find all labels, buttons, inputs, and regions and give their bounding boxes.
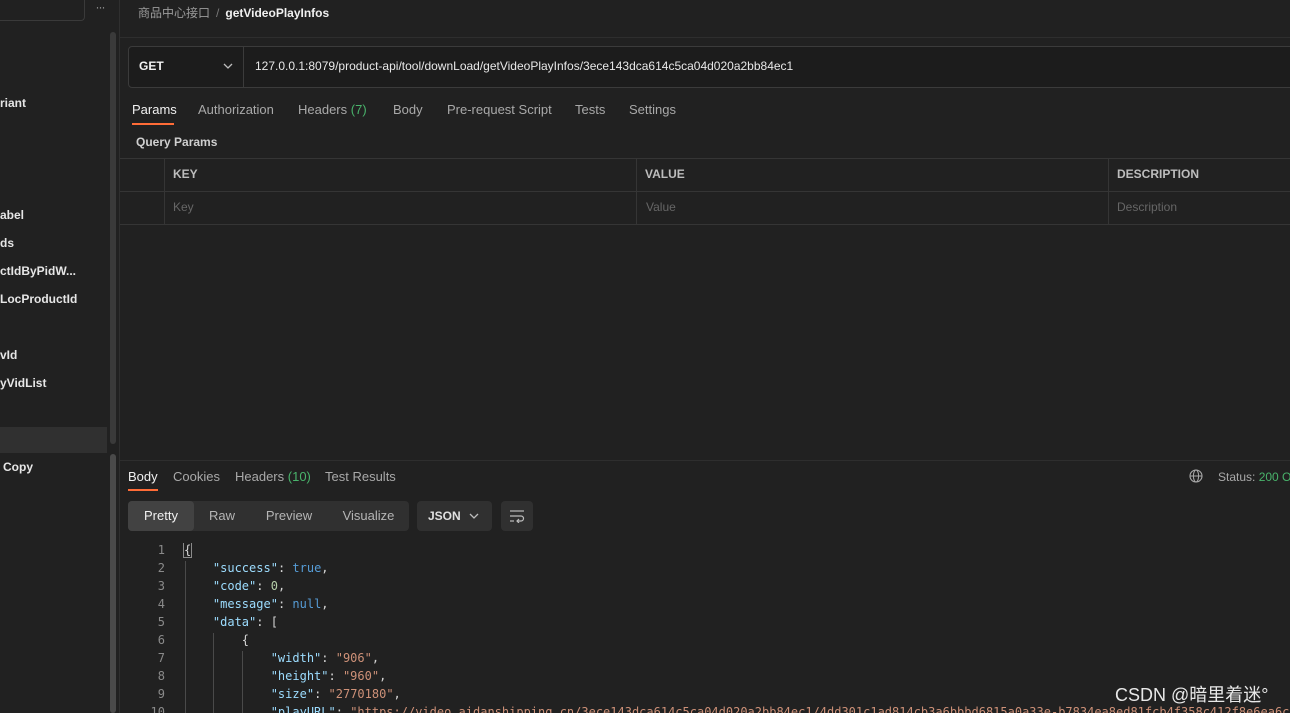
- line-number: 2: [157, 561, 165, 575]
- code-line: "height": "960",: [270, 669, 387, 683]
- table-border: [120, 158, 1290, 159]
- more-options-icon[interactable]: ···: [92, 0, 108, 18]
- code-line: "code": 0,: [212, 579, 286, 593]
- value-input[interactable]: Value: [646, 200, 676, 214]
- globe-icon[interactable]: [1189, 469, 1203, 483]
- response-tab-body[interactable]: Body: [128, 468, 158, 486]
- code-line: "success": true,: [212, 561, 329, 575]
- status-code[interactable]: 200 O: [1259, 470, 1290, 484]
- code-line: "message": null,: [212, 597, 329, 611]
- method-label: GET: [139, 59, 164, 73]
- format-select[interactable]: JSON: [417, 501, 492, 531]
- line-number: 7: [157, 651, 165, 665]
- tab-headers[interactable]: Headers (7): [298, 101, 367, 119]
- sidebar-item[interactable]: ctIdByPidW...: [0, 261, 76, 281]
- active-response-tab-indicator: [128, 489, 158, 491]
- code-line: "size": "2770180",: [270, 687, 401, 701]
- sidebar-item[interactable]: riant: [0, 93, 26, 113]
- view-tab-visualize[interactable]: Visualize: [328, 501, 409, 531]
- response-divider[interactable]: [120, 460, 1290, 461]
- table-border: [636, 158, 637, 225]
- wrap-lines-button[interactable]: [501, 501, 533, 531]
- table-border: [164, 158, 165, 225]
- request-bar: GET 127.0.0.1:8079/product-api/tool/down…: [128, 46, 1290, 88]
- chevron-down-icon: [469, 513, 479, 519]
- breadcrumb-separator: /: [216, 6, 220, 20]
- response-tab-headers[interactable]: Headers (10): [235, 468, 311, 486]
- response-status: Status: 200 O: [1189, 468, 1290, 486]
- query-params-table: KEY VALUE DESCRIPTION Key Value Descript…: [120, 158, 1290, 225]
- url-input[interactable]: 127.0.0.1:8079/product-api/tool/downLoad…: [255, 59, 793, 73]
- code-line: "data": [: [212, 615, 278, 629]
- tab-settings[interactable]: Settings: [629, 101, 676, 119]
- sidebar-item[interactable]: vId: [0, 345, 17, 365]
- sidebar-item[interactable]: abel: [0, 205, 24, 225]
- watermark: CSDN @暗里着迷°: [1115, 685, 1269, 705]
- table-border: [1108, 158, 1109, 225]
- table-border: [120, 224, 1290, 225]
- chevron-down-icon: [223, 63, 233, 69]
- column-header-description: DESCRIPTION: [1117, 167, 1200, 181]
- wrap-lines-icon: [510, 510, 525, 523]
- tab-body[interactable]: Body: [393, 101, 423, 119]
- method-select[interactable]: GET: [129, 47, 244, 87]
- tab-authorization[interactable]: Authorization: [198, 101, 274, 119]
- view-tab-preview[interactable]: Preview: [250, 501, 328, 531]
- header-divider: [120, 37, 1290, 38]
- status-label: Status:: [1218, 470, 1256, 484]
- line-number: 3: [157, 579, 165, 593]
- description-input[interactable]: Description: [1117, 200, 1177, 214]
- format-label: JSON: [428, 509, 461, 523]
- view-tab-raw[interactable]: Raw: [194, 501, 250, 531]
- tab-headers-label: Headers: [298, 102, 348, 117]
- sidebar-item[interactable]: ds: [0, 233, 14, 253]
- code-line: {: [184, 633, 250, 647]
- sidebar-scrollbar-thumb[interactable]: [110, 454, 116, 713]
- sidebar-item[interactable]: Copy: [3, 457, 33, 477]
- tab-params[interactable]: Params: [132, 101, 177, 119]
- line-number: 5: [157, 615, 165, 629]
- key-input[interactable]: Key: [173, 200, 194, 214]
- response-view-tabs: Pretty Raw Preview Visualize: [128, 501, 409, 531]
- line-number: 9: [157, 687, 165, 701]
- breadcrumb: 商品中心接口 / getVideoPlayInfos: [138, 4, 329, 22]
- column-header-value: VALUE: [645, 167, 685, 181]
- column-header-key: KEY: [173, 167, 198, 181]
- sidebar-selected-row[interactable]: [0, 427, 107, 453]
- response-tab-headers-count: (10): [287, 469, 311, 484]
- response-tab-headers-label: Headers: [235, 469, 285, 484]
- sidebar-item[interactable]: LocProductId: [0, 289, 77, 309]
- tab-tests[interactable]: Tests: [575, 101, 605, 119]
- table-border: [120, 191, 1290, 192]
- active-tab-indicator: [132, 123, 174, 125]
- line-number: 8: [157, 669, 165, 683]
- tab-headers-count: (7): [350, 102, 367, 117]
- response-tab-test-results[interactable]: Test Results: [325, 468, 396, 486]
- code-line: "width": "906",: [270, 651, 380, 665]
- tab-pre-request-script[interactable]: Pre-request Script: [447, 101, 552, 119]
- sidebar-item[interactable]: yVidList: [0, 373, 46, 393]
- response-tab-cookies[interactable]: Cookies: [173, 468, 220, 486]
- sidebar-filter-box[interactable]: [0, 0, 85, 21]
- line-number: 4: [157, 597, 165, 611]
- request-name[interactable]: getVideoPlayInfos: [225, 6, 329, 20]
- sidebar-scrollbar-track[interactable]: [110, 32, 116, 444]
- view-tab-pretty[interactable]: Pretty: [128, 501, 194, 531]
- query-params-title: Query Params: [136, 135, 218, 149]
- collections-sidebar: ··· riant abel ds ctIdByPidW... LocProdu…: [0, 0, 120, 713]
- code-line: {: [182, 543, 193, 558]
- line-number: 6: [157, 633, 165, 647]
- line-number: 1: [157, 543, 165, 557]
- line-number: 10: [150, 705, 165, 713]
- breadcrumb-parent[interactable]: 商品中心接口: [138, 6, 210, 20]
